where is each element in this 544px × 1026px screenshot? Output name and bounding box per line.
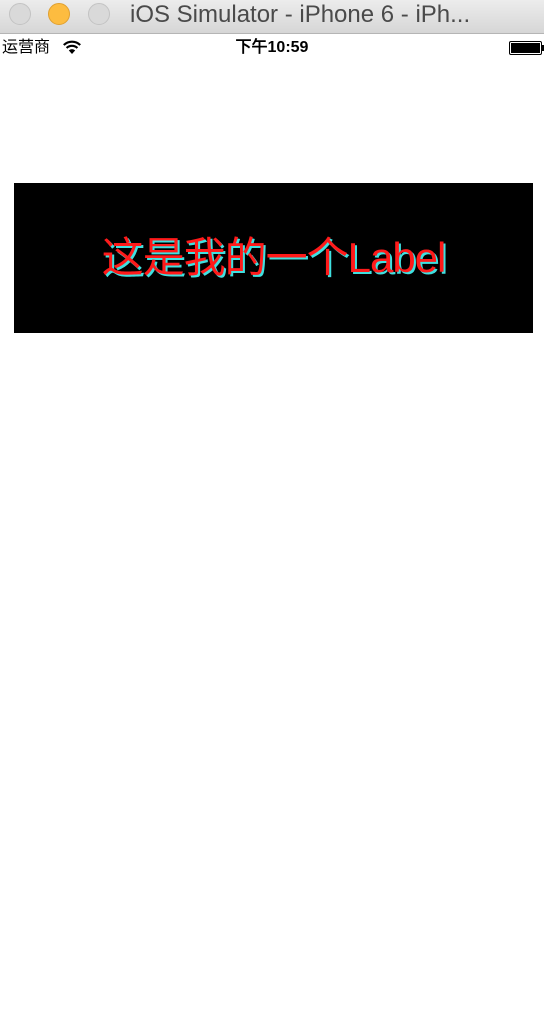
minimize-window-button[interactable] [48, 3, 70, 25]
app-content: 这是我的一个Label [0, 61, 544, 1026]
window-titlebar: iOS Simulator - iPhone 6 - iPh... [0, 0, 544, 34]
zoom-window-button[interactable] [88, 3, 110, 25]
battery-icon [509, 41, 542, 55]
status-bar: 运营商 下午10:59 [0, 35, 544, 61]
close-window-button[interactable] [9, 3, 31, 25]
label-container: 这是我的一个Label [14, 183, 533, 333]
battery-level-fill [511, 43, 540, 53]
status-time: 下午10:59 [235, 39, 309, 56]
custom-label: 这是我的一个Label [101, 234, 447, 281]
window-title: iOS Simulator - iPhone 6 - iPh... [130, 1, 471, 28]
